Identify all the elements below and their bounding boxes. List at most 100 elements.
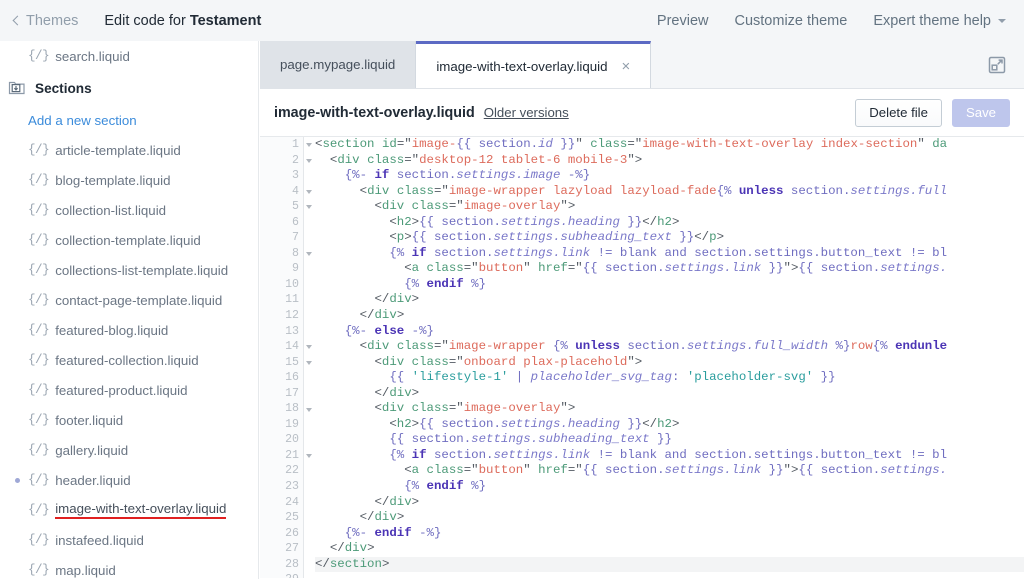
- code-token: <: [315, 214, 397, 229]
- code-line[interactable]: {%- endif -%}: [315, 526, 1024, 542]
- add-new-section-link[interactable]: Add a new section: [0, 105, 258, 135]
- sidebar-file-contact-page-template-liquid[interactable]: {/} contact-page-template.liquid: [0, 285, 258, 315]
- code-line[interactable]: <a class="button" href="{{ section.setti…: [315, 261, 1024, 277]
- code-line[interactable]: <p>{{ section.settings.subheading_text }…: [315, 230, 1024, 246]
- line-number: 6: [292, 215, 299, 229]
- preview-button[interactable]: Preview: [657, 13, 709, 29]
- code-line[interactable]: <section id="image-{{ section.id }}" cla…: [315, 137, 1024, 153]
- code-token: != blank and section.settings.button_tex…: [590, 447, 948, 462]
- liquid-file-icon: {/}: [28, 413, 50, 427]
- back-to-themes-link[interactable]: Themes: [12, 13, 78, 29]
- fold-toggle-icon[interactable]: [306, 454, 312, 459]
- fold-toggle-icon[interactable]: [306, 360, 312, 365]
- customize-theme-button[interactable]: Customize theme: [734, 13, 847, 29]
- code-token: >: [671, 416, 680, 431]
- line-number: 12: [285, 309, 299, 323]
- code-line[interactable]: <div class="image-overlay">: [315, 401, 1024, 417]
- sidebar-file-featured-blog-liquid[interactable]: {/} featured-blog.liquid: [0, 315, 258, 345]
- expand-fullscreen-icon[interactable]: [970, 41, 1024, 88]
- fold-toggle-icon[interactable]: [306, 407, 312, 412]
- code-line[interactable]: <div class="onboard plax-placehold">: [315, 355, 1024, 371]
- code-line[interactable]: {{ section.settings.subheading_text }}: [315, 432, 1024, 448]
- code-token: =": [404, 152, 420, 167]
- code-line[interactable]: <div class="image-overlay">: [315, 199, 1024, 215]
- sidebar-file-featured-collection-liquid[interactable]: {/} featured-collection.liquid: [0, 345, 258, 375]
- code-line[interactable]: <a class="button" href="{{ section.setti…: [315, 463, 1024, 479]
- code-token: if: [411, 245, 427, 260]
- code-content[interactable]: <section id="image-{{ section.id }}" cla…: [315, 137, 1024, 578]
- sidebar-file-image-with-text-overlay-liquid[interactable]: {/} image-with-text-overlay.liquid: [0, 495, 258, 525]
- fold-toggle-icon[interactable]: [306, 205, 312, 210]
- code-line[interactable]: <div class="image-wrapper lazyload lazyl…: [315, 184, 1024, 200]
- code-line[interactable]: </div>: [315, 386, 1024, 402]
- code-token: image-with-text-overlay index-section: [642, 137, 918, 151]
- delete-file-button[interactable]: Delete file: [855, 98, 942, 127]
- editor-tabs: page.mypage.liquid image-with-text-overla…: [260, 41, 652, 88]
- code-line[interactable]: [315, 572, 1024, 578]
- older-versions-link[interactable]: Older versions: [484, 105, 569, 120]
- code-line[interactable]: {% endif %}: [315, 277, 1024, 293]
- code-line[interactable]: </div>: [315, 308, 1024, 324]
- sidebar-file-blog-template-liquid[interactable]: {/} blog-template.liquid: [0, 165, 258, 195]
- code-token: h2: [396, 416, 412, 431]
- code-token: {%-: [344, 323, 375, 338]
- top-bar-left: Themes Edit code for Testament: [0, 13, 261, 29]
- code-line[interactable]: </section>: [315, 556, 1024, 573]
- code-line[interactable]: <h2>{{ section.settings.heading }}</h2>: [315, 215, 1024, 231]
- code-line[interactable]: </div>: [315, 495, 1024, 511]
- code-editor[interactable]: 1 2 3 4 5 6 7 8 9 10 11 12 13 14 15 16 17 18 19 20 21 22 23 24 2…: [260, 137, 1024, 578]
- sidebar-file-gallery-liquid[interactable]: {/} gallery.liquid: [0, 435, 258, 465]
- code-line[interactable]: {%- else -%}: [315, 324, 1024, 340]
- code-line[interactable]: {% endif %}: [315, 479, 1024, 495]
- code-line[interactable]: <div class="desktop-12 tablet-6 mobile-3…: [315, 153, 1024, 169]
- code-token: <: [315, 261, 412, 276]
- code-token: }}: [761, 463, 784, 478]
- sidebar-file-header-liquid[interactable]: {/} header.liquid: [0, 465, 258, 495]
- fold-toggle-icon[interactable]: [306, 158, 312, 163]
- code-token: class: [411, 354, 449, 369]
- sidebar-file-instafeed-liquid[interactable]: {/} instafeed.liquid: [0, 525, 258, 555]
- code-token: href: [538, 261, 568, 276]
- line-number: 8: [260, 246, 312, 262]
- sidebar-file-search[interactable]: {/} search.liquid: [0, 41, 258, 71]
- sidebar-file-collection-template-liquid[interactable]: {/} collection-template.liquid: [0, 225, 258, 255]
- sidebar-file-map-liquid[interactable]: {/} map.liquid: [0, 555, 258, 579]
- save-button[interactable]: Save: [951, 98, 1010, 127]
- expert-theme-help-menu[interactable]: Expert theme help: [873, 13, 1006, 29]
- fold-toggle-icon[interactable]: [306, 345, 312, 350]
- code-line[interactable]: {% if section.settings.link != blank and…: [315, 448, 1024, 464]
- sidebar-file-label: footer.liquid: [55, 412, 124, 428]
- sidebar-file-collections-list-template-liquid[interactable]: {/} collections-list-template.liquid: [0, 255, 258, 285]
- code-token: placeholder_svg_tag: [530, 370, 672, 385]
- code-token: settings.heading: [500, 214, 620, 229]
- code-line[interactable]: {% if section.settings.link != blank and…: [315, 246, 1024, 262]
- code-line[interactable]: </div>: [315, 541, 1024, 557]
- code-line[interactable]: </div>: [315, 292, 1024, 308]
- editor-tab-image-with-text-overlay-liquid[interactable]: image-with-text-overlay.liquid ×: [416, 41, 652, 88]
- code-token: </: [315, 292, 390, 307]
- code-line[interactable]: <h2>{{ section.settings.heading }}</h2>: [315, 417, 1024, 433]
- sidebar-file-featured-product-liquid[interactable]: {/} featured-product.liquid: [0, 375, 258, 405]
- folder-sections[interactable]: Sections: [0, 71, 258, 105]
- code-token: </: [642, 416, 658, 431]
- code-token: settings.subheading_text: [493, 230, 672, 245]
- code-token: endif: [426, 276, 464, 291]
- sidebar-file-article-template-liquid[interactable]: {/} article-template.liquid: [0, 135, 258, 165]
- sidebar-file-collection-list-liquid[interactable]: {/} collection-list.liquid: [0, 195, 258, 225]
- line-number: 16: [285, 371, 299, 385]
- close-icon[interactable]: ×: [622, 59, 631, 74]
- file-tree-sidebar[interactable]: {/} search.liquid Sections Add a new sec…: [0, 41, 259, 579]
- sidebar-file-footer-liquid[interactable]: {/} footer.liquid: [0, 405, 258, 435]
- code-line[interactable]: {{ 'lifestyle-1' | placeholder_svg_tag: …: [315, 370, 1024, 386]
- code-line[interactable]: <div class="image-wrapper {% unless sect…: [315, 339, 1024, 355]
- fold-toggle-icon[interactable]: [306, 143, 312, 148]
- editor-tab-page-mypage-liquid[interactable]: page.mypage.liquid: [260, 41, 417, 88]
- code-token: ": [523, 463, 539, 478]
- fold-toggle-icon[interactable]: [306, 189, 312, 194]
- fold-toggle-icon[interactable]: [306, 252, 312, 257]
- code-line[interactable]: </div>: [315, 510, 1024, 526]
- code-line[interactable]: {%- if section.settings.image -%}: [315, 168, 1024, 184]
